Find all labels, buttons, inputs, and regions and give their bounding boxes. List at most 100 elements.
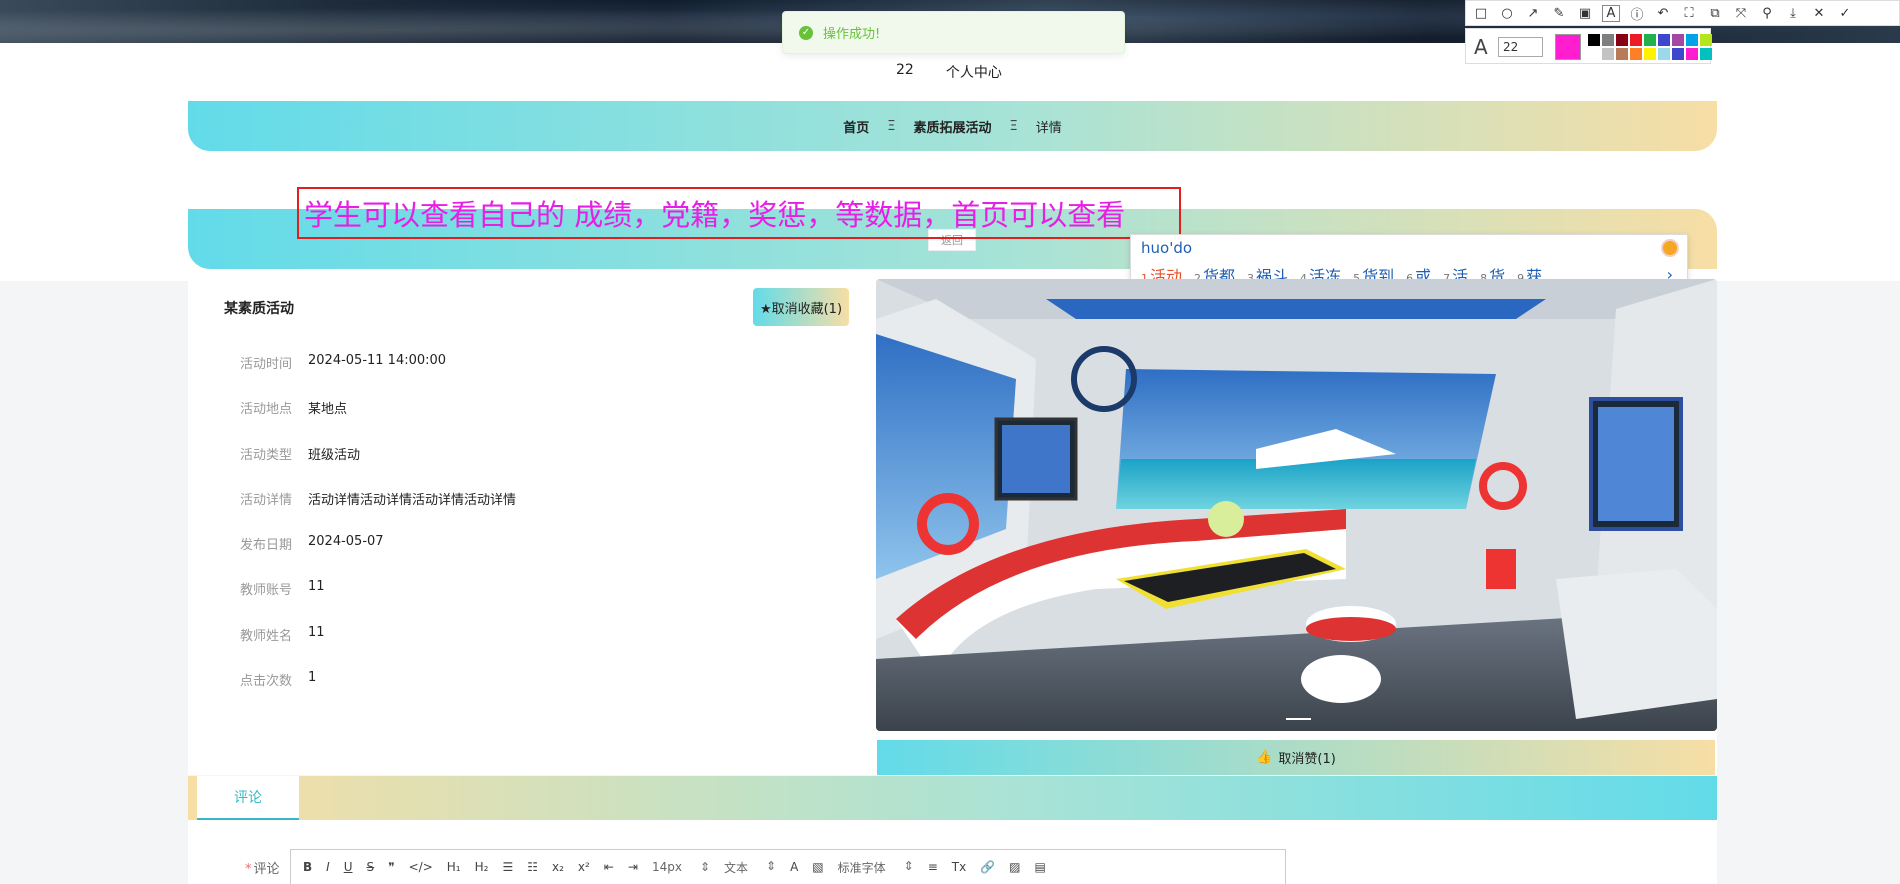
paragraph-select[interactable]: 文本 ⇕ — [724, 859, 776, 876]
info-row: 活动时间 2024-05-11 14:00:00 — [190, 353, 516, 398]
blockquote-icon[interactable]: ❞ — [388, 860, 394, 874]
breadcrumb-current: 详情 — [1035, 120, 1062, 136]
field-value: 2024-05-11 14:00:00 — [308, 353, 447, 368]
info-row: 活动类型 班级活动 — [190, 444, 516, 489]
download-icon[interactable]: ⤓ — [1784, 6, 1802, 21]
crop-icon[interactable]: ⤧ — [1732, 6, 1750, 21]
video-icon[interactable]: ▤ — [1035, 860, 1046, 874]
thumb-up-icon: 👍 — [1256, 750, 1273, 765]
palette-color-swatch[interactable] — [1658, 48, 1670, 60]
bullet-list-icon[interactable]: ☷ — [527, 860, 538, 874]
palette-color-swatch[interactable] — [1602, 34, 1614, 46]
underline-icon[interactable]: U — [344, 860, 353, 874]
username-link[interactable]: 22 — [896, 62, 914, 82]
font-size-select[interactable]: 22 — [1498, 37, 1543, 57]
field-value: 某地点 — [308, 402, 348, 418]
field-label: 教师账号 — [239, 583, 292, 599]
activity-photo-carousel[interactable] — [876, 279, 1717, 731]
breadcrumb-home[interactable]: 首页 — [843, 117, 869, 136]
success-toast: ✓ 操作成功! — [782, 11, 1125, 54]
info-row: 教师账号 11 — [190, 579, 516, 624]
palette-color-swatch[interactable] — [1616, 48, 1628, 60]
field-label: 教师姓名 — [239, 628, 292, 644]
copy-icon[interactable]: ⧉ — [1706, 6, 1724, 21]
ordered-list-icon[interactable]: ☰ — [502, 860, 513, 874]
unfavorite-button[interactable]: ★取消收藏(1) — [753, 288, 849, 326]
superscript-icon[interactable]: x² — [578, 860, 590, 874]
palette-color-swatch[interactable] — [1686, 34, 1698, 46]
field-value: 1 — [308, 670, 317, 686]
serial-number-tool-icon[interactable]: ⓘ — [1628, 4, 1646, 23]
screenshot-style-panel: A 22 — [1465, 28, 1712, 64]
palette-color-swatch[interactable] — [1602, 48, 1614, 60]
check-icon: ✓ — [799, 25, 813, 40]
palette-color-swatch[interactable] — [1630, 48, 1642, 60]
field-value: 班级活动 — [308, 447, 361, 463]
palette-color-swatch[interactable] — [1644, 34, 1656, 46]
palette-color-swatch[interactable] — [1588, 34, 1600, 46]
undo-icon[interactable]: ↶ — [1654, 6, 1672, 21]
ellipse-tool-icon[interactable]: ○ — [1498, 6, 1516, 21]
palette-color-swatch[interactable] — [1700, 48, 1712, 60]
pin-icon[interactable]: ⚲ — [1758, 6, 1776, 21]
annotation-text-box[interactable]: 学生可以查看自己的 成绩，党籍，奖惩，等数据，首页可以查看 — [297, 187, 1181, 239]
arrow-tool-icon[interactable]: ↗ — [1524, 6, 1542, 21]
field-value: 2024-05-07 — [308, 534, 384, 550]
breadcrumb-separator: Ξ — [1009, 118, 1018, 134]
info-row: 点击次数 1 — [190, 670, 516, 715]
ime-logo-icon — [1661, 239, 1679, 257]
bold-icon[interactable]: B — [303, 860, 312, 874]
activity-info: 活动时间 2024-05-11 14:00:00 活动地点 某地点 活动类型 班级活动… — [190, 353, 516, 715]
user-links: 22 个人中心 — [896, 62, 1002, 82]
palette-color-swatch[interactable] — [1616, 34, 1628, 46]
pen-tool-icon[interactable]: ✎ — [1550, 6, 1568, 21]
palette-color-swatch[interactable] — [1672, 48, 1684, 60]
font-color-icon[interactable]: A — [790, 860, 798, 874]
info-row: 活动地点 某地点 — [190, 398, 516, 443]
field-label: 活动类型 — [239, 447, 292, 463]
field-label: 活动地点 — [239, 402, 292, 418]
palette-color-swatch[interactable] — [1588, 48, 1600, 60]
palette-color-swatch[interactable] — [1686, 48, 1698, 60]
heading1-icon[interactable]: H₁ — [447, 860, 461, 874]
text-tool-icon[interactable]: A — [1602, 4, 1620, 22]
close-icon[interactable]: ✕ — [1810, 6, 1828, 21]
image-icon[interactable]: ▨ — [1009, 860, 1020, 874]
link-icon[interactable]: 🔗 — [980, 860, 995, 874]
fullscreen-icon[interactable]: ⛶ — [1680, 6, 1698, 21]
italic-icon[interactable]: I — [326, 860, 330, 874]
current-color-swatch[interactable] — [1555, 34, 1581, 60]
palette-color-swatch[interactable] — [1630, 34, 1642, 46]
font-family-select[interactable]: 标准字体 ⇕ — [838, 859, 914, 876]
subscript-icon[interactable]: x₂ — [552, 860, 564, 874]
background-color-icon[interactable]: ▧ — [812, 860, 823, 874]
clear-format-icon[interactable]: Tx — [952, 860, 966, 874]
font-size-select[interactable]: 14px ⇕ — [652, 860, 710, 874]
mosaic-tool-icon[interactable]: ▣ — [1576, 6, 1594, 21]
palette-color-swatch[interactable] — [1644, 48, 1656, 60]
strikethrough-icon[interactable]: S — [367, 860, 375, 874]
breadcrumb-section[interactable]: 素质拓展活动 — [913, 117, 991, 136]
rectangle-tool-icon[interactable]: □ — [1472, 6, 1490, 21]
unlike-button[interactable]: 👍 取消赞(1) — [877, 740, 1715, 775]
indent-icon[interactable]: ⇥ — [628, 860, 638, 874]
heading2-icon[interactable]: H₂ — [475, 860, 489, 874]
tab-comment[interactable]: 评论 — [197, 776, 299, 820]
outdent-icon[interactable]: ⇤ — [604, 860, 614, 874]
screenshot-toolbar: □ ○ ↗ ✎ ▣ A ⓘ ↶ ⛶ ⧉ ⤧ ⚲ ⤓ ✕ ✓ — [1465, 0, 1900, 26]
code-block-icon[interactable]: </> — [409, 860, 433, 874]
rich-editor-toolbar: B I U S ❞ </> H₁ H₂ ☰ ☷ x₂ x² ⇤ ⇥ 14px ⇕ … — [290, 849, 1286, 884]
palette-color-swatch[interactable] — [1658, 34, 1670, 46]
activity-photo — [876, 279, 1717, 731]
field-value: 活动详情活动详情活动详情活动详情 — [308, 492, 517, 508]
palette-color-swatch[interactable] — [1672, 34, 1684, 46]
comment-label: * 评论 — [245, 862, 280, 877]
breadcrumb: 首页 Ξ 素质拓展活动 Ξ 详情 — [188, 101, 1717, 151]
confirm-icon[interactable]: ✓ — [1836, 6, 1854, 21]
field-value: 11 — [308, 624, 325, 640]
required-mark: * — [245, 862, 252, 877]
info-row: 发布日期 2024-05-07 — [190, 534, 516, 579]
align-icon[interactable]: ≡ — [928, 860, 938, 874]
profile-link[interactable]: 个人中心 — [946, 62, 1002, 82]
palette-color-swatch[interactable] — [1700, 34, 1712, 46]
